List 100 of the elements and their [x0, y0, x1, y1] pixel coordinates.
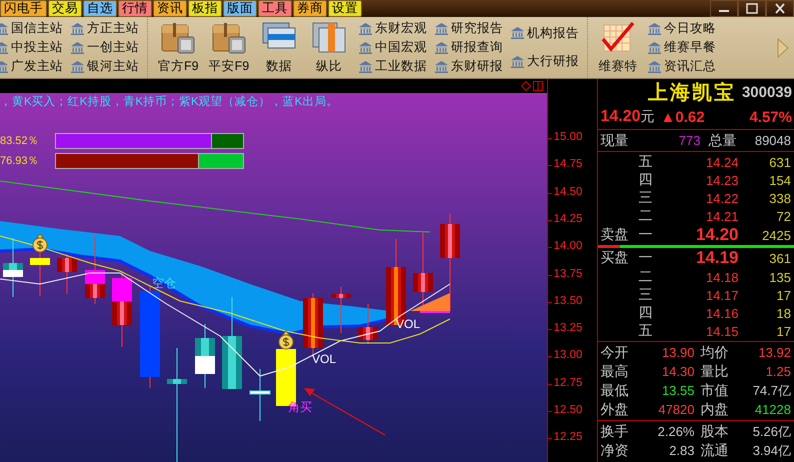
menu-tab[interactable]: 版面	[223, 0, 257, 17]
toolbar-button[interactable]: 数据	[257, 17, 302, 78]
order-price: 14.22	[704, 190, 738, 206]
stat-value: 13.90	[660, 345, 694, 360]
stat-label: 今开	[600, 344, 630, 362]
stat-value: 74.7亿	[752, 382, 791, 400]
stat-value: 13.55	[660, 383, 694, 398]
level-label: 四	[638, 304, 654, 322]
price-tick: 14.00	[554, 240, 582, 252]
maximize-icon[interactable]	[738, 0, 766, 17]
price-tick: 14.50	[554, 186, 582, 198]
candlestick	[3, 238, 23, 298]
money-bag-icon	[278, 330, 294, 350]
close-icon[interactable]	[766, 0, 794, 17]
currency-unit: 元	[640, 108, 655, 126]
order-quantity: 72	[776, 208, 791, 224]
candlestick	[303, 292, 323, 356]
candlestick	[57, 254, 77, 294]
toolbar-button[interactable]: 维赛特	[596, 17, 640, 78]
toolbar-link[interactable]: 东财宏观	[359, 20, 428, 37]
menu-tab[interactable]: 资讯	[153, 0, 187, 17]
minimize-icon[interactable]	[710, 0, 738, 17]
candlestick	[195, 324, 215, 388]
bank-icon	[359, 42, 372, 54]
toolbar-link[interactable]: 研究报告	[435, 20, 504, 37]
toolbar-link[interactable]: 一创主站	[71, 39, 139, 56]
price-tick: 13.50	[554, 294, 582, 307]
stat-label: 最低	[600, 382, 630, 400]
menu-tab[interactable]: 券商	[293, 0, 327, 17]
candlestick	[331, 286, 351, 334]
level-label: 三	[638, 189, 654, 207]
toolbar-link[interactable]: 国信主站	[0, 20, 63, 37]
stat-value: 2.83	[668, 443, 694, 458]
order-price: 14.17	[704, 288, 738, 302]
stock-code: 300039	[742, 84, 792, 100]
gauge-reading: 76.93％	[0, 154, 40, 168]
gauge-reading: 83.52％	[0, 134, 40, 148]
toolbar-link[interactable]: 银河主站	[71, 58, 139, 75]
order-quantity: 17	[776, 288, 791, 302]
diamond-icon[interactable]	[520, 81, 531, 91]
price-tick: 13.00	[554, 349, 582, 362]
toolbar-link[interactable]: 维赛早餐	[648, 39, 716, 56]
legend-text: ，黄K买入；红K持股，青K持币；紫K观望（减仓），蓝K出局。	[0, 95, 340, 109]
menu-tab[interactable]: 工具	[258, 0, 292, 17]
toolbar-link[interactable]: 方正主站	[71, 20, 139, 37]
folder-icon	[210, 21, 247, 55]
order-quantity: 338	[768, 190, 791, 206]
stat-value: 773	[678, 133, 700, 148]
toolbar-link[interactable]: 机构报告	[511, 24, 580, 42]
bank-icon	[511, 27, 524, 40]
menu-tab[interactable]: 设置	[328, 0, 362, 17]
order-quantity: 361	[768, 250, 791, 266]
stat-value: 41228	[754, 402, 791, 417]
toolbar-link[interactable]: 研报查询	[435, 39, 504, 56]
stat-label: 现量	[600, 132, 630, 150]
order-price: 14.23	[704, 172, 738, 188]
toolbar-link[interactable]: 今日攻略	[648, 20, 716, 37]
toolbar-button[interactable]: 官方F9	[156, 17, 201, 78]
toolbar-button[interactable]: 纵比	[307, 17, 352, 78]
menu-tab[interactable]: 板指	[188, 0, 222, 17]
stat-value: 2.26%	[656, 424, 694, 439]
candlestick	[30, 250, 50, 296]
toolbar-link[interactable]: 资讯汇总	[648, 58, 716, 75]
chart-label: VOL	[312, 352, 336, 366]
price-change: ▲0.62	[660, 108, 705, 126]
menu-tab[interactable]: 自选	[83, 0, 117, 17]
order-price: 14.15	[704, 324, 738, 338]
toolbar-link[interactable]: 中投主站	[0, 39, 63, 56]
order-quantity: 631	[768, 154, 791, 170]
bank-icon	[648, 60, 662, 72]
menu-tab[interactable]: 行情	[118, 0, 152, 17]
order-price: 14.20	[694, 225, 738, 245]
menu-tab[interactable]: 闪电手	[0, 0, 47, 17]
stat-label: 换手	[600, 422, 630, 440]
stat-label: 市值	[700, 382, 730, 400]
stat-value: 5.26亿	[752, 422, 791, 440]
menu-tab[interactable]: 交易	[48, 0, 82, 17]
order-price: 14.16	[704, 306, 738, 320]
level-label: 五	[638, 153, 654, 171]
order-quantity: 135	[768, 270, 791, 284]
toolbar-link[interactable]: 广发主站	[0, 58, 63, 75]
toolbar-link[interactable]: 中国宏观	[359, 39, 428, 56]
side-label: 卖盘	[600, 226, 630, 244]
table-icon	[261, 21, 298, 51]
order-quantity: 18	[776, 306, 791, 320]
price-tick: 14.25	[554, 212, 582, 225]
bank-icon	[71, 60, 84, 72]
stat-value: 14.30	[660, 364, 694, 379]
stock-name: 上海凯宝	[648, 78, 736, 106]
toolbar-link[interactable]: 大行研报	[511, 53, 580, 70]
panel-icon[interactable]	[532, 81, 543, 91]
toolbar-link[interactable]: 东财研报	[435, 58, 504, 75]
level-label: 一	[638, 249, 654, 267]
level-label: 五	[638, 322, 654, 340]
toolbar-link[interactable]: 工业数据	[359, 58, 428, 75]
stat-label: 流通	[700, 442, 730, 460]
toolbar-button[interactable]: 平安F9	[206, 17, 252, 78]
price-tick: 14.75	[554, 158, 582, 170]
order-quantity: 2425	[761, 228, 791, 242]
bank-icon	[648, 42, 662, 54]
